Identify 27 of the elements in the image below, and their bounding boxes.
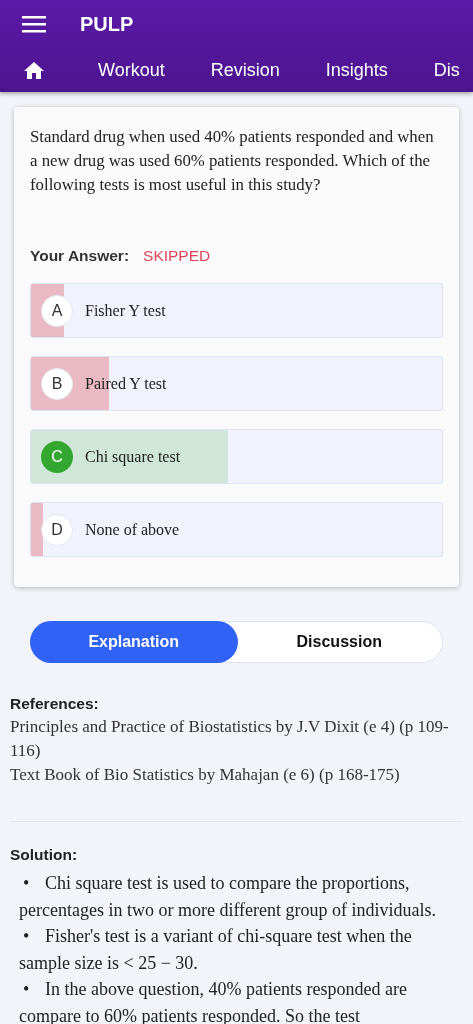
- section-heading: References:: [10, 694, 100, 714]
- home-icon[interactable]: [24, 61, 44, 79]
- segment-tab[interactable]: Explanation: [30, 621, 238, 663]
- option-text: None of above: [85, 520, 180, 539]
- option-text: Chi square test: [85, 447, 181, 466]
- answer-option[interactable]: D None of above: [30, 502, 443, 557]
- option-text: Fisher Y test: [85, 301, 166, 320]
- segment-tab[interactable]: Discussion: [235, 621, 443, 663]
- app-title: PULP: [80, 12, 134, 36]
- question-text: Standard drug when used 40% patients responded and when a new drug was used 60% patients responded. Which of the following tests is most useful in this study?: [30, 126, 435, 196]
- section-heading: Solution:: [10, 845, 79, 865]
- reference-text: Principles and Practice of Biostatistics by J.V Dixit (e 4) (p 109-116): [10, 716, 450, 762]
- solution-text: • Fisher's test is a variant of chi-square test when the sample size is < 25 − 30.: [19, 925, 413, 975]
- nav-tab[interactable]: Workout: [98, 59, 165, 81]
- menu-icon[interactable]: [22, 15, 46, 33]
- option-text: Paired Y test: [85, 374, 167, 393]
- nav-tab[interactable]: Revision: [210, 59, 280, 81]
- nav-tab[interactable]: Dis: [433, 59, 460, 81]
- nav-tab[interactable]: Insights: [325, 59, 388, 81]
- reference-text: Text Book of Bio Statistics by Mahajan (e 6) (p 168-175): [10, 764, 401, 786]
- option-letter: D: [41, 513, 73, 546]
- solution-text: • Chi square test is used to compare the proportions, percentages in two or more different group of individuals.: [19, 872, 438, 922]
- answer-option[interactable]: A Fisher Y test: [30, 283, 443, 338]
- answer-option[interactable]: B Paired Y test: [30, 356, 443, 411]
- answer-status: SKIPPED: [143, 247, 211, 265]
- answer-label: Your Answer:: [30, 247, 130, 265]
- answer-option[interactable]: C Chi square test: [30, 429, 443, 484]
